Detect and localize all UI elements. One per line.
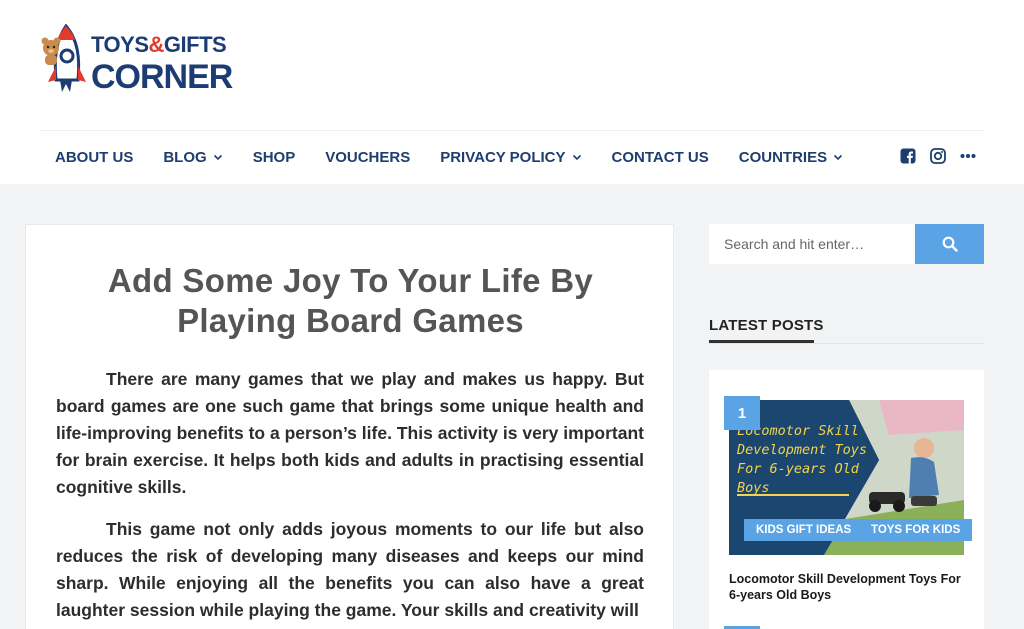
- nav-label: PRIVACY POLICY: [440, 148, 566, 166]
- nav-divider: [40, 130, 984, 131]
- site-header: TOYS&GIFTS CORNER ABOUT US BLOG SHOP VOU…: [0, 0, 1024, 184]
- search-icon: [942, 236, 958, 252]
- article-paragraph: This game not only adds joyous moments t…: [56, 519, 644, 620]
- rocket-teddy-logo-icon: [41, 23, 86, 92]
- instagram-icon[interactable]: [930, 148, 946, 164]
- chevron-down-icon: [213, 152, 223, 162]
- logo-line-1: TOYS&GIFTS: [91, 32, 227, 57]
- chevron-down-icon: [572, 152, 582, 162]
- chevron-down-icon: [833, 152, 843, 162]
- nav-label: BLOG: [163, 148, 207, 166]
- article-paragraph: There are many games that we play and ma…: [56, 369, 644, 497]
- latest-post-card: Locomotor Skill Development Toys For 6-y…: [709, 370, 984, 629]
- nav-blog[interactable]: BLOG: [163, 149, 222, 166]
- search-input[interactable]: [709, 224, 915, 264]
- facebook-icon[interactable]: [900, 148, 916, 164]
- more-dots-icon[interactable]: [960, 153, 976, 159]
- heading-rule: [709, 343, 984, 344]
- nav-shop[interactable]: SHOP: [253, 149, 296, 166]
- post-rank-badge: 1: [724, 396, 760, 430]
- category-tag-kids-gift-ideas[interactable]: KIDS GIFT IDEAS: [744, 519, 864, 541]
- latest-posts-heading: LATEST POSTS: [709, 317, 824, 334]
- main-nav: ABOUT US BLOG SHOP VOUCHERS PRIVACY POLI…: [55, 145, 873, 169]
- article-title: Add Some Joy To Your Life By Playing Boa…: [107, 262, 594, 339]
- nav-contact-us[interactable]: CONTACT US: [612, 149, 709, 166]
- nav-label: CONTACT US: [611, 148, 709, 166]
- thumbnail-caption: Locomotor Skill Development Toys For 6-y…: [737, 423, 868, 496]
- nav-label: ABOUT US: [55, 148, 134, 166]
- nav-label: COUNTRIES: [738, 148, 828, 166]
- nav-label: SHOP: [252, 148, 296, 166]
- article-card: Add Some Joy To Your Life By Playing Boa…: [25, 224, 674, 629]
- nav-vouchers[interactable]: VOUCHERS: [325, 149, 410, 166]
- nav-label: VOUCHERS: [325, 148, 411, 166]
- nav-privacy-policy[interactable]: PRIVACY POLICY: [440, 149, 581, 166]
- search-button[interactable]: [915, 224, 984, 264]
- post-title-link[interactable]: Locomotor Skill Development Toys For 6-y…: [729, 571, 969, 603]
- nav-countries[interactable]: COUNTRIES: [739, 149, 843, 166]
- category-tag-toys-for-kids[interactable]: TOYS FOR KIDS: [859, 519, 973, 541]
- site-logo[interactable]: TOYS&GIFTS CORNER: [38, 22, 238, 104]
- nav-about-us[interactable]: ABOUT US: [55, 149, 133, 166]
- search-form: [709, 224, 984, 264]
- social-links: [900, 148, 990, 164]
- logo-line-2: CORNER: [91, 58, 233, 96]
